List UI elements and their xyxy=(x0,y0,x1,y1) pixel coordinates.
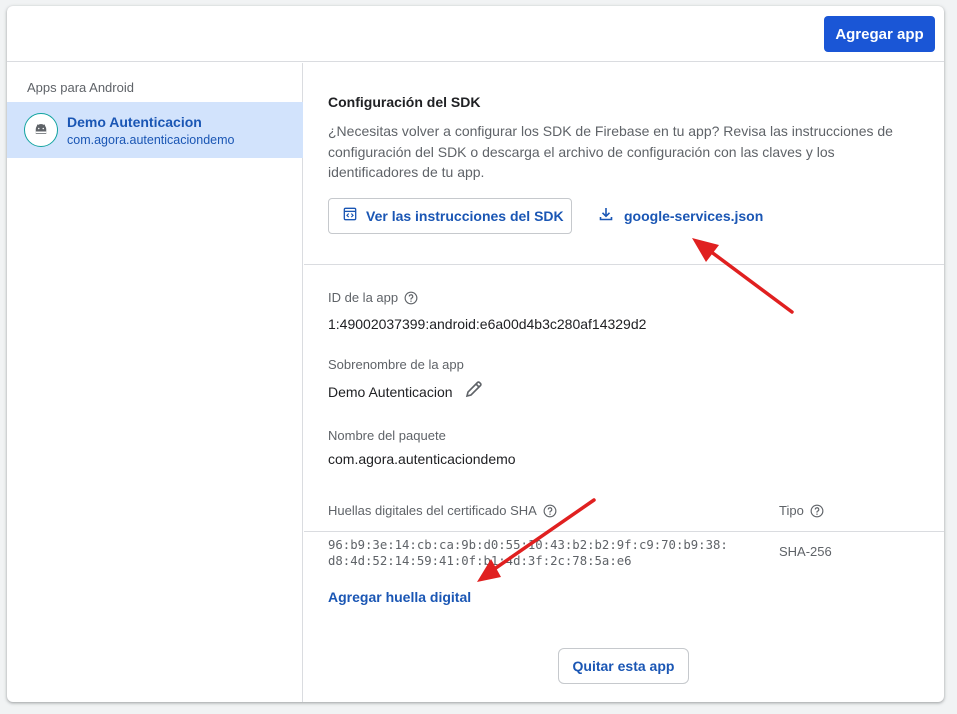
nickname-value: Demo Autenticacion xyxy=(328,384,453,400)
pencil-icon[interactable] xyxy=(464,379,484,399)
section-divider xyxy=(304,264,944,265)
sha-header-text: Huellas digitales del certificado SHA xyxy=(328,503,537,518)
add-fingerprint-link[interactable]: Agregar huella digital xyxy=(328,589,471,605)
table-divider xyxy=(304,531,944,532)
download-icon xyxy=(598,206,614,227)
code-window-icon xyxy=(343,207,357,226)
sdk-instructions-button[interactable]: Ver las instrucciones del SDK xyxy=(328,198,572,234)
sha-fingerprint-line: d8:4d:52:14:59:41:0f:b1:4d:3f:2c:78:5a:e… xyxy=(328,554,632,568)
remove-app-button[interactable]: Quitar esta app xyxy=(558,648,689,684)
sha-type: SHA-256 xyxy=(779,544,832,559)
package-value: com.agora.autenticaciondemo xyxy=(328,451,516,467)
type-header-text: Tipo xyxy=(779,503,804,518)
sha-fingerprint: 96:b9:3e:14:cb:ca:9b:d0:55:10:43:b2:b2:9… xyxy=(328,537,758,569)
add-app-button[interactable]: Agregar app xyxy=(824,16,935,52)
apps-sidebar: Apps para Android Demo Autenticacion com… xyxy=(7,63,303,702)
app-id-label-text: ID de la app xyxy=(328,290,399,305)
sha-fingerprint-line: 96:b9:3e:14:cb:ca:9b:d0:55:10:43:b2:b2:9… xyxy=(328,538,728,552)
app-id-label: ID de la app xyxy=(328,290,418,305)
type-header: Tipo xyxy=(779,503,824,518)
help-icon[interactable] xyxy=(810,504,824,518)
app-name: Demo Autenticacion xyxy=(67,114,202,130)
sdk-instructions-label: Ver las instrucciones del SDK xyxy=(366,208,564,224)
sdk-description: ¿Necesitas volver a configurar los SDK d… xyxy=(328,123,893,180)
app-id-value: 1:49002037399:android:e6a00d4b3c280af143… xyxy=(328,316,647,332)
download-config-label: google-services.json xyxy=(624,208,764,224)
sidebar-heading: Apps para Android xyxy=(27,80,134,95)
app-settings-card: Agregar app Apps para Android Demo Auten… xyxy=(7,6,944,702)
sidebar-item-demo-autenticacion[interactable]: Demo Autenticacion com.agora.autenticaci… xyxy=(7,102,303,158)
card-header: Agregar app xyxy=(7,6,944,62)
download-config-link[interactable]: google-services.json xyxy=(598,204,763,228)
sha-header: Huellas digitales del certificado SHA xyxy=(328,503,557,518)
android-icon xyxy=(24,113,58,147)
nickname-label: Sobrenombre de la app xyxy=(328,357,464,372)
sdk-section-title: Configuración del SDK xyxy=(328,94,481,110)
package-label: Nombre del paquete xyxy=(328,428,446,443)
help-icon[interactable] xyxy=(404,291,418,305)
app-details: Configuración del SDK ¿Necesitas volver … xyxy=(304,63,944,702)
help-icon[interactable] xyxy=(543,504,557,518)
app-package: com.agora.autenticaciondemo xyxy=(67,133,235,147)
